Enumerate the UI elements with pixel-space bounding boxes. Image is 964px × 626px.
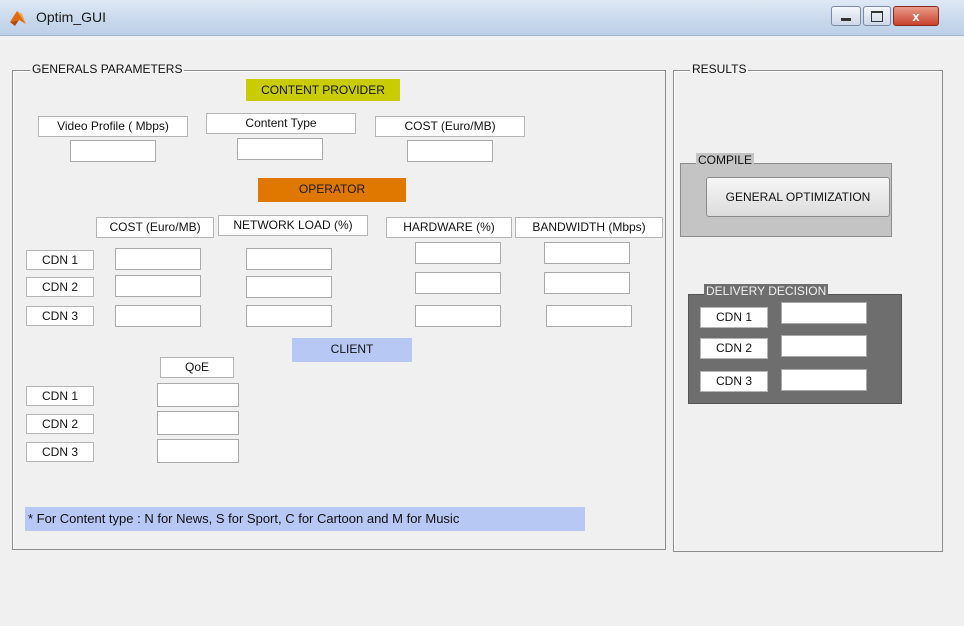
cost-input[interactable]: [407, 140, 493, 162]
client-cdn3-label: CDN 3: [26, 442, 94, 462]
delivery-cdn3-output: [781, 369, 867, 391]
operator-header: OPERATOR: [258, 178, 406, 202]
qoe-label: QoE: [160, 357, 234, 378]
video-profile-input[interactable]: [70, 140, 156, 162]
client-cdn2-label: CDN 2: [26, 414, 94, 434]
general-parameters-title: GENERALS PARAMETERS: [30, 62, 185, 76]
qoe-cdn2-input[interactable]: [157, 411, 239, 435]
matlab-icon: [8, 8, 28, 28]
client-header: CLIENT: [292, 338, 412, 362]
delivery-cdn1-output: [781, 302, 867, 324]
qoe-cdn1-input[interactable]: [157, 383, 239, 407]
bandwidth-cdn3-input[interactable]: [546, 305, 632, 327]
operator-cost-cdn2-input[interactable]: [115, 275, 201, 297]
operator-cdn3-label: CDN 3: [26, 306, 94, 326]
client-cdn1-label: CDN 1: [26, 386, 94, 406]
delivery-cdn2-output: [781, 335, 867, 357]
cost-label: COST (Euro/MB): [375, 116, 525, 137]
general-optimization-button[interactable]: GENERAL OPTIMIZATION: [706, 177, 890, 217]
network-load-cdn3-input[interactable]: [246, 305, 332, 327]
maximize-icon: [871, 10, 883, 22]
operator-cdn2-label: CDN 2: [26, 277, 94, 297]
content-type-note: * For Content type : N for News, S for S…: [25, 507, 585, 531]
delivery-cdn3-label: CDN 3: [700, 371, 768, 392]
network-load-cdn2-input[interactable]: [246, 276, 332, 298]
bandwidth-cdn2-input[interactable]: [544, 272, 630, 294]
minimize-icon: [841, 17, 851, 21]
window-title: Optim_GUI: [36, 9, 107, 25]
close-icon: x: [912, 8, 920, 24]
operator-cost-cdn1-input[interactable]: [115, 248, 201, 270]
maximize-button[interactable]: [863, 6, 891, 26]
video-profile-label: Video Profile ( Mbps): [38, 116, 188, 137]
compile-title: COMPILE: [696, 153, 755, 167]
network-load-label: NETWORK LOAD (%): [218, 215, 368, 236]
delivery-cdn1-label: CDN 1: [700, 307, 768, 328]
operator-cost-label: COST (Euro/MB): [96, 217, 214, 238]
delivery-decision-title: DELIVERY DECISION: [704, 284, 829, 298]
content-type-input[interactable]: [237, 138, 323, 160]
network-load-cdn1-input[interactable]: [246, 248, 332, 270]
minimize-button[interactable]: [831, 6, 861, 26]
delivery-cdn2-label: CDN 2: [700, 338, 768, 359]
hardware-cdn2-input[interactable]: [415, 272, 501, 294]
operator-cost-cdn3-input[interactable]: [115, 305, 201, 327]
bandwidth-label: BANDWIDTH (Mbps): [515, 217, 663, 238]
qoe-cdn3-input[interactable]: [157, 439, 239, 463]
hardware-cdn3-input[interactable]: [415, 305, 501, 327]
window-title-bar: [0, 0, 964, 36]
close-button[interactable]: x: [893, 6, 939, 26]
content-provider-header: CONTENT PROVIDER: [246, 79, 400, 101]
bandwidth-cdn1-input[interactable]: [544, 242, 630, 264]
content-type-label: Content Type: [206, 113, 356, 134]
results-title: RESULTS: [690, 62, 749, 76]
hardware-label: HARDWARE (%): [386, 217, 512, 238]
operator-cdn1-label: CDN 1: [26, 250, 94, 270]
hardware-cdn1-input[interactable]: [415, 242, 501, 264]
